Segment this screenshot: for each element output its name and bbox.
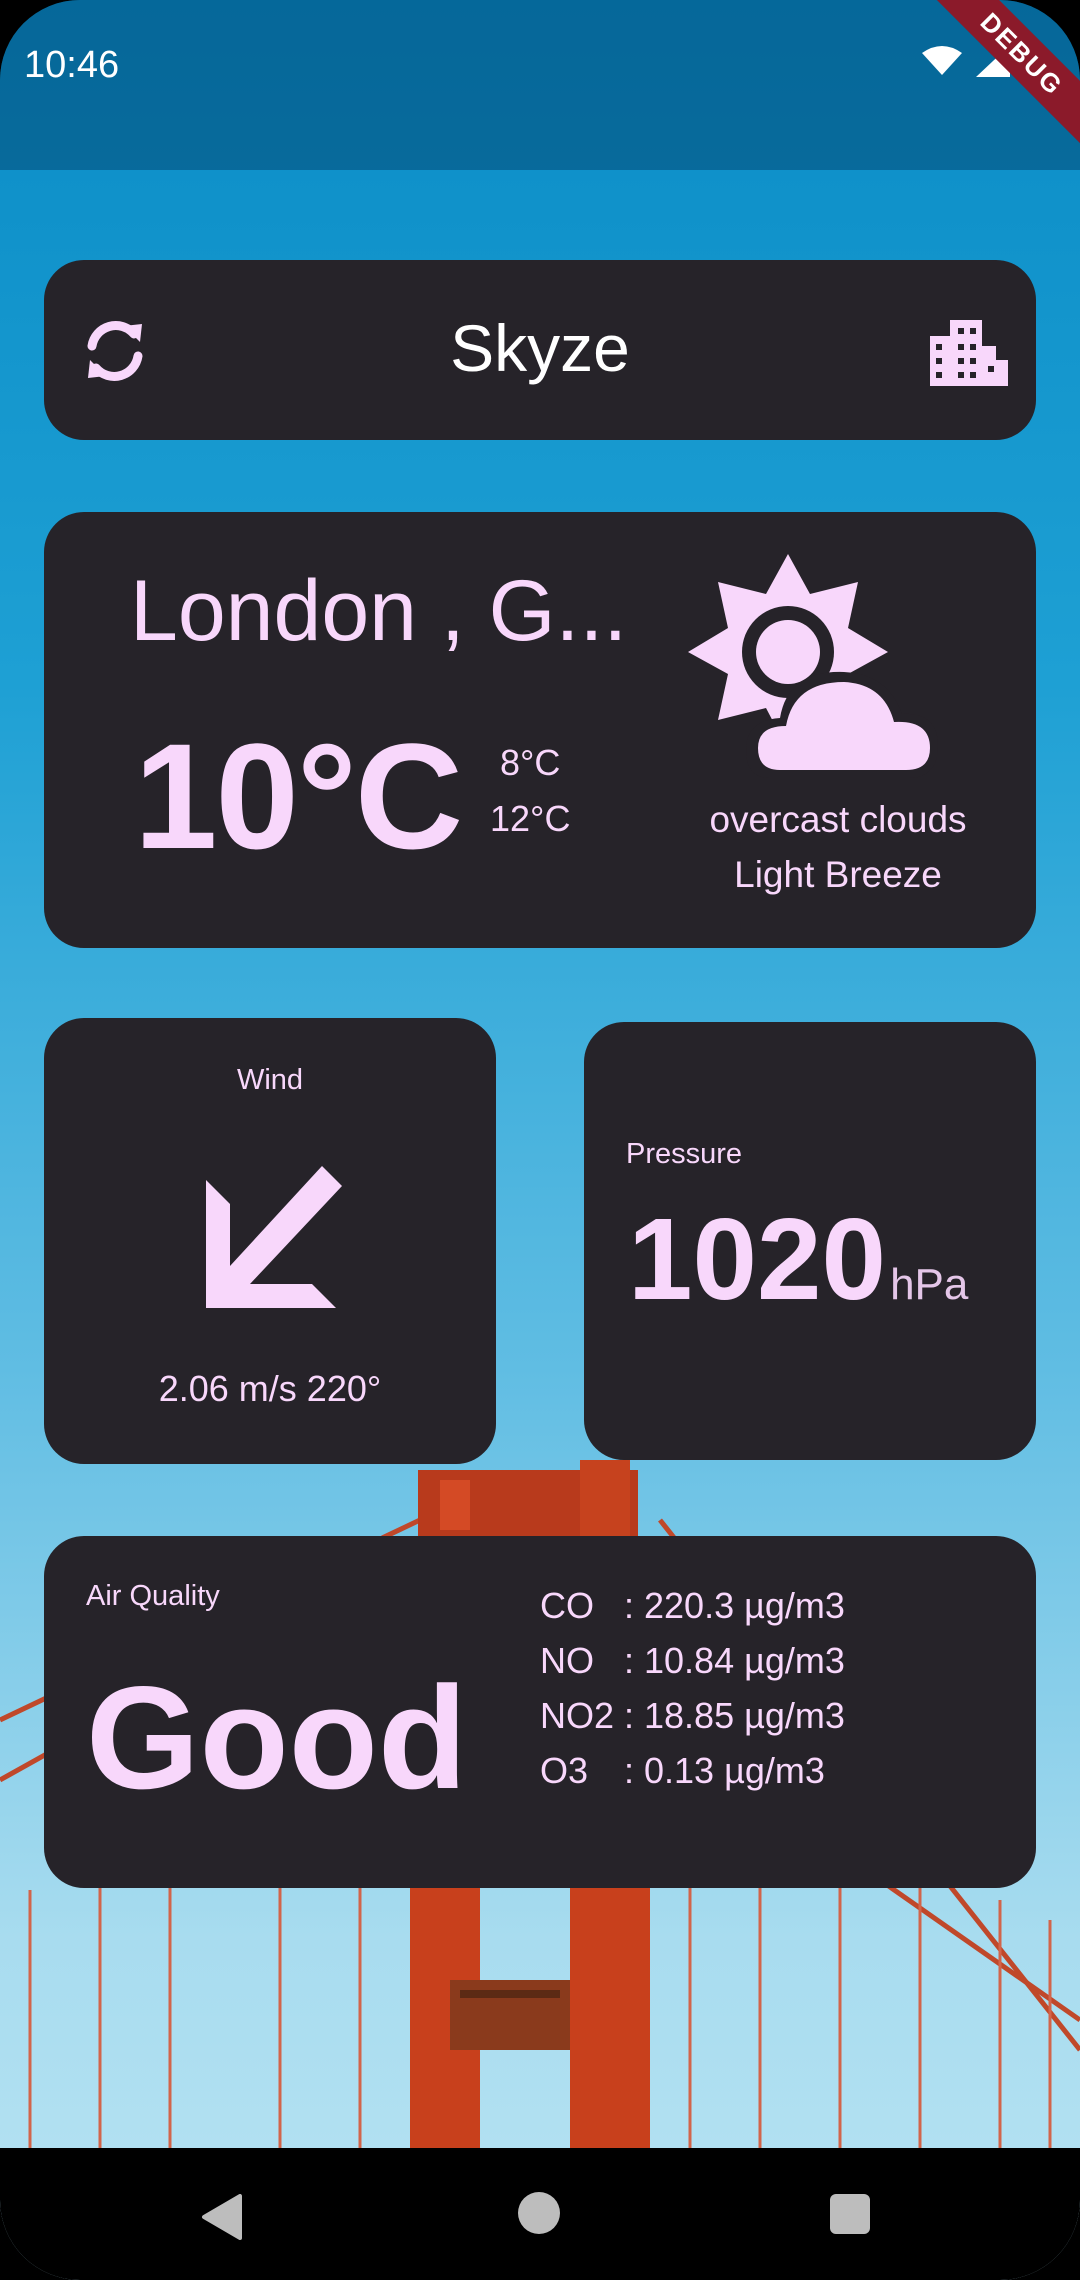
pollutant-value: : 0.13 µg/m3	[624, 1750, 825, 1791]
app-title: Skyze	[450, 311, 630, 385]
pollutant-name: NO2	[540, 1695, 615, 1736]
app-bar: Skyze	[44, 260, 1036, 440]
max-temperature: 12°C	[490, 798, 571, 839]
pollutant-row: CO : 220.3 µg/m3	[540, 1578, 845, 1633]
wind-direction-arrow-icon	[206, 1166, 342, 1308]
pollutant-value: : 10.84 µg/m3	[624, 1640, 845, 1681]
pollutant-row: NO2: 18.85 µg/m3	[540, 1688, 845, 1743]
status-bar	[0, 0, 1080, 170]
city-icon[interactable]	[926, 316, 1012, 386]
wind-card: Wind 2.06 m/s 220°	[44, 1018, 496, 1464]
air-quality-rating: Good	[86, 1656, 468, 1819]
weather-description: overcast clouds Light Breeze	[638, 792, 1038, 902]
status-time: 10:46	[24, 44, 120, 86]
refresh-icon[interactable]	[82, 318, 148, 384]
min-temperature: 8°C	[500, 742, 561, 783]
pressure-unit: hPa	[890, 1260, 969, 1309]
pressure-card: Pressure 1020hPa	[584, 1022, 1036, 1460]
pollutant-row: NO : 10.84 µg/m3	[540, 1633, 845, 1688]
air-quality-label: Air Quality	[86, 1580, 220, 1612]
back-icon[interactable]	[200, 2194, 244, 2240]
wifi-icon	[922, 46, 962, 75]
sun-cloud-icon	[688, 554, 938, 778]
app-screen: 10:46 DEBUG Skyze London , G... 10°C 8°C…	[0, 0, 1080, 2280]
wind-speed-direction: 2.06 m/s 220°	[158, 1368, 382, 1409]
wind-label: Wind	[236, 1064, 304, 1096]
wind-description-text: Light Breeze	[734, 854, 942, 895]
current-weather-card: London , G... 10°C 8°C 12°C overcast clo…	[44, 512, 1036, 948]
pollutant-list: CO : 220.3 µg/m3 NO : 10.84 µg/m3 NO2: 18.…	[540, 1578, 845, 1798]
pressure-number: 1020	[628, 1194, 887, 1324]
pressure-value: 1020hPa	[628, 1192, 968, 1326]
pollutant-name: CO	[540, 1585, 594, 1626]
pollutant-value: : 220.3 µg/m3	[624, 1585, 845, 1626]
recent-apps-icon[interactable]	[830, 2194, 870, 2234]
location-name: London , G...	[130, 563, 628, 659]
pollutant-name: O3	[540, 1750, 589, 1791]
pressure-label: Pressure	[626, 1138, 743, 1170]
pollutant-value: : 18.85 µg/m3	[624, 1695, 845, 1736]
conditions-text: overcast clouds	[709, 799, 967, 840]
air-quality-card: Air Quality Good CO : 220.3 µg/m3 NO : 10.…	[44, 1536, 1036, 1888]
home-icon[interactable]	[518, 2192, 560, 2234]
current-temperature: 10°C	[134, 712, 463, 880]
pollutant-name: NO	[540, 1640, 594, 1681]
pollutant-row: O3 : 0.13 µg/m3	[540, 1743, 845, 1798]
